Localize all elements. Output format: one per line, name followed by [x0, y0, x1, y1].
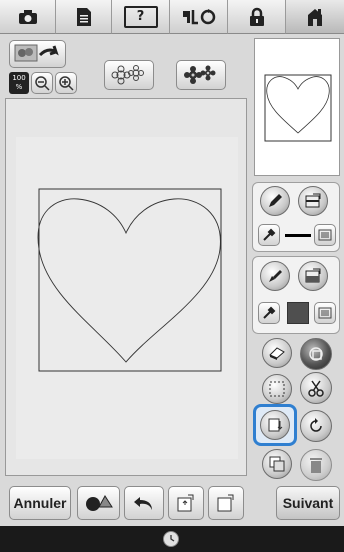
flower-filled-icon: [184, 65, 216, 84]
frame-help-icon: ?: [123, 5, 158, 28]
duplicate-icon: [269, 456, 285, 472]
tab-camera[interactable]: [0, 0, 56, 34]
image-arrow-icon: [14, 44, 59, 62]
line-type-button[interactable]: [298, 186, 328, 216]
tab-home[interactable]: [286, 0, 344, 34]
rotate-icon: [310, 418, 322, 432]
eyedropper-icon: [263, 306, 276, 319]
preview-heart-shape: [264, 74, 332, 142]
fill-eyedropper-button[interactable]: [258, 302, 280, 324]
stitch-settings-icon: [182, 8, 215, 24]
undo-button[interactable]: [124, 486, 164, 520]
heart-shape: [37, 188, 222, 372]
duplicate-button[interactable]: [262, 449, 292, 479]
shapes-icon: [85, 495, 113, 511]
layer-down-icon: [217, 494, 234, 512]
eraser-icon: [269, 347, 285, 360]
zoom-out-icon: [35, 76, 50, 91]
send-backward-button[interactable]: [208, 486, 244, 520]
tab-document[interactable]: [56, 0, 112, 34]
drawing-canvas[interactable]: [5, 98, 247, 476]
list-icon: [318, 229, 332, 241]
area-select-button[interactable]: [262, 374, 292, 404]
paint-brush-button[interactable]: [260, 261, 290, 291]
line-color-swatch: [285, 234, 311, 237]
flower-outline-icon: [111, 65, 144, 85]
brush-icon: [269, 270, 282, 282]
pencil-icon: [269, 194, 282, 207]
scissors-icon: [308, 380, 324, 397]
document-icon: [76, 7, 91, 26]
stamp-button[interactable]: [300, 338, 332, 370]
undo-icon: [134, 497, 152, 510]
line-color-menu-button[interactable]: [314, 224, 336, 246]
cut-button[interactable]: [300, 372, 332, 404]
trash-icon: [310, 458, 322, 473]
size-frame-button[interactable]: [260, 410, 290, 440]
clock-icon: [163, 531, 179, 547]
image-display-toggle-button[interactable]: [9, 40, 66, 68]
layer-up-icon: [177, 494, 194, 512]
eyedropper-icon: [263, 228, 276, 241]
outline-view-button[interactable]: [104, 60, 154, 90]
cancel-button[interactable]: Annuler: [9, 486, 71, 520]
tab-stitch-settings[interactable]: [170, 0, 228, 34]
fill-color-menu-button[interactable]: [314, 302, 336, 324]
zoom-out-button[interactable]: [31, 72, 53, 94]
dashed-select-icon: [269, 381, 285, 397]
camera-icon: [18, 9, 37, 24]
zoom-in-icon: [59, 76, 74, 91]
preview-thumbnail: [254, 38, 340, 176]
line-type-icon: [305, 193, 321, 208]
rotate-button[interactable]: [300, 410, 332, 442]
zoom-in-button[interactable]: [55, 72, 77, 94]
fill-type-button[interactable]: [298, 261, 328, 291]
fill-color-swatch: [287, 302, 309, 324]
pencil-line-button[interactable]: [260, 186, 290, 216]
line-eyedropper-button[interactable]: [258, 224, 280, 246]
bring-forward-button[interactable]: [168, 486, 204, 520]
tab-frame-help[interactable]: ?: [112, 0, 170, 34]
delete-button[interactable]: [300, 449, 332, 481]
tab-lock[interactable]: [228, 0, 286, 34]
list-icon: [318, 307, 332, 319]
filled-view-button[interactable]: [176, 60, 226, 90]
zoom-level-indicator: 100 %: [9, 72, 29, 94]
lock-icon: [249, 7, 264, 26]
line-property-button[interactable]: [77, 486, 120, 520]
eraser-button[interactable]: [262, 338, 292, 368]
fill-type-icon: [305, 268, 321, 283]
next-button[interactable]: Suivant: [276, 486, 340, 520]
resize-frame-icon: [268, 418, 283, 432]
stamp-icon: [309, 347, 323, 361]
home-icon: [308, 8, 322, 26]
